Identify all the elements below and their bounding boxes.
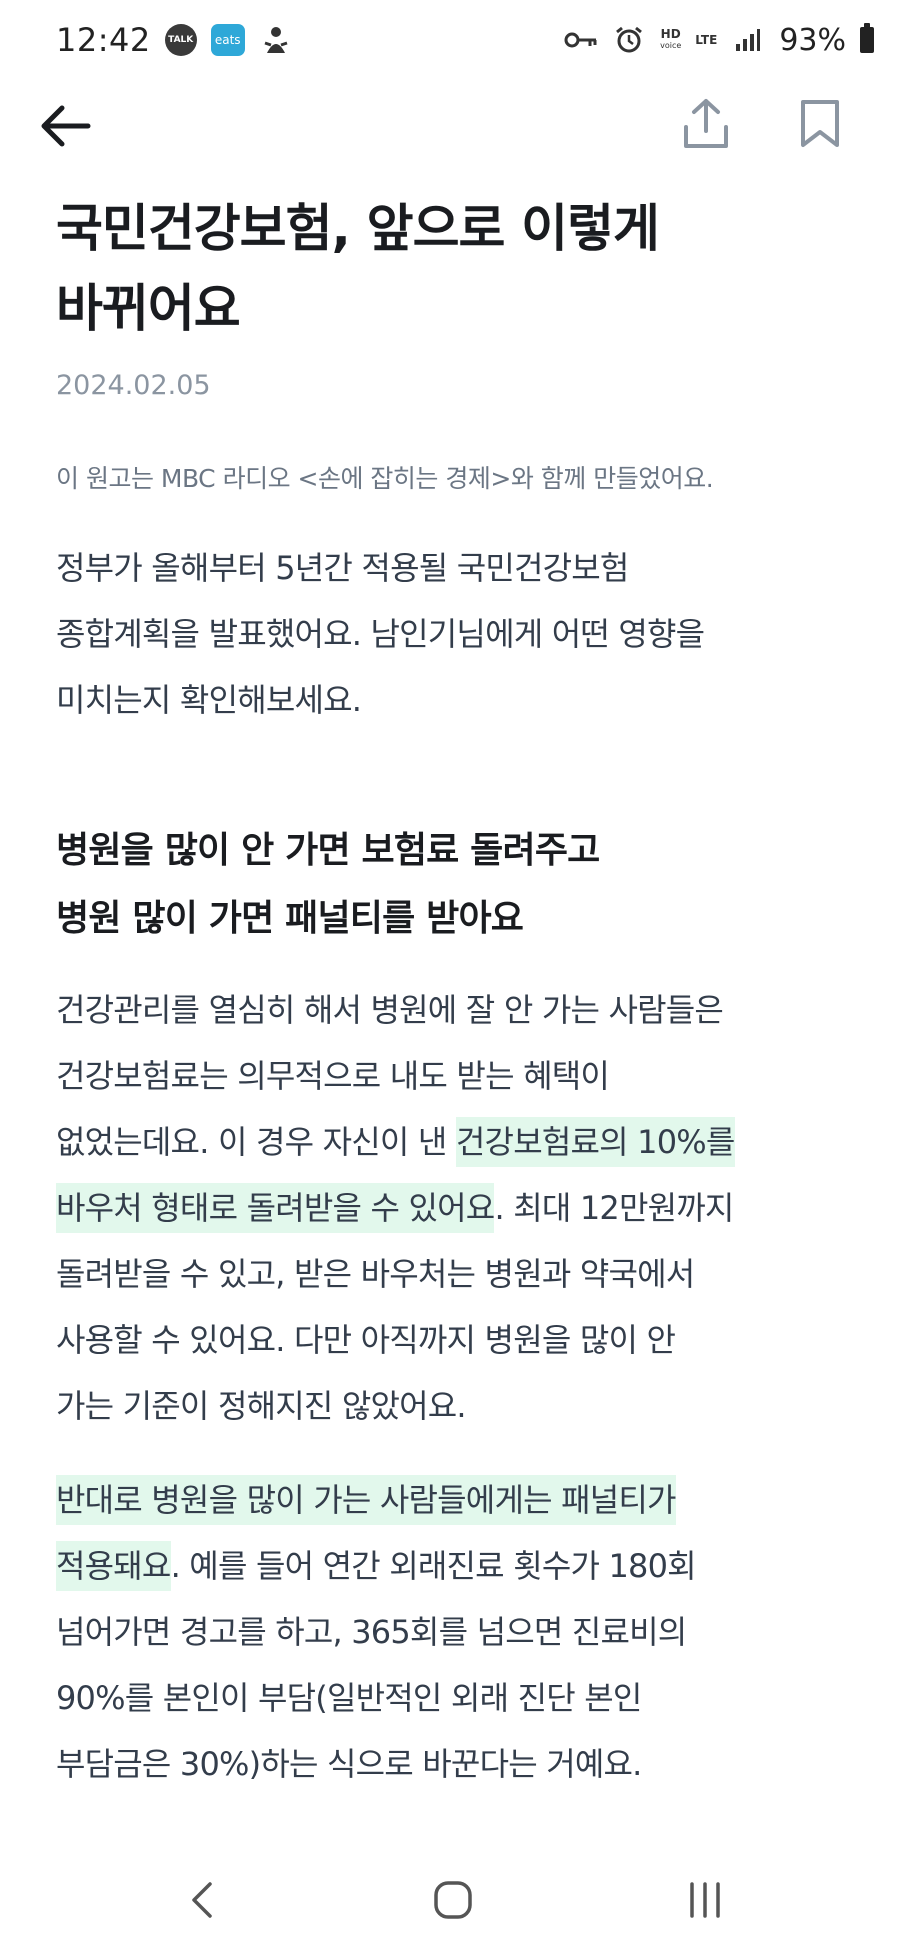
back-button[interactable]	[36, 96, 96, 156]
hd-sub-label: voice	[660, 41, 682, 50]
text-line: 90%를 본인이 부담(일반적인 외래 진단 본인	[56, 1679, 642, 1717]
home-icon	[434, 1881, 472, 1919]
text-line: 미치는지 확인해보세요.	[56, 681, 362, 719]
top-navigation	[0, 90, 900, 160]
highlighted-text: 적용돼요	[56, 1541, 171, 1591]
text-line: 부담금은 30%)하는 식으로 바꾼다는 거예요.	[56, 1745, 642, 1783]
bookmark-button[interactable]	[790, 92, 850, 156]
text-line: 돌려받을 수 있고, 받은 바우처는 병원과 약국에서	[56, 1255, 695, 1293]
article: 국민건강보험, 앞으로 이렇게 바뀌어요 2024.02.05 이 원고는 MB…	[56, 190, 856, 1797]
system-navigation-bar	[0, 1850, 900, 1950]
key-icon	[564, 23, 598, 57]
signal-icon	[731, 23, 765, 57]
alarm-icon	[612, 23, 646, 57]
text-line: 종합계획을 발표했어요. 남인기님에게 어떤 영향을	[56, 615, 705, 653]
status-right: HD voice LTE 93%	[564, 23, 874, 58]
text-line: 건강보험료는 의무적으로 내도 받는 혜택이	[56, 1057, 610, 1095]
section-heading-line: 병원 많이 가면 패널티를 받아요	[56, 898, 524, 939]
recents-icon	[690, 1882, 720, 1918]
battery-icon	[860, 23, 874, 53]
text-line: . 예를 들어 연간 외래진료 횟수가 180회	[170, 1547, 697, 1585]
status-bar: 12:42 TALK eats HD voice LTE 93%	[0, 0, 900, 80]
eats-app-icon: eats	[210, 24, 245, 56]
system-recents-button[interactable]	[670, 1872, 740, 1928]
system-home-button[interactable]	[418, 1872, 488, 1928]
lte-indicator: LTE	[695, 33, 718, 47]
bookmark-icon	[801, 100, 839, 147]
article-title-line: 국민건강보험, 앞으로 이렇게	[56, 200, 660, 259]
highlighted-text: 반대로 병원을 많이 가는 사람들에게는 패널티가	[56, 1475, 676, 1525]
battery-percentage: 93%	[779, 22, 846, 58]
hd-voice-indicator: HD voice	[660, 27, 682, 51]
section-heading: 병원을 많이 안 가면 보험료 돌려주고 병원 많이 가면 패널티를 받아요	[56, 817, 856, 953]
status-time: 12:42	[56, 21, 151, 59]
body-paragraph: 반대로 병원을 많이 가는 사람들에게는 패널티가 적용돼요. 예를 들어 연간…	[56, 1467, 856, 1797]
section-heading-line: 병원을 많이 안 가면 보험료 돌려주고	[56, 830, 600, 871]
share-icon	[684, 99, 728, 148]
hd-label: HD	[660, 27, 681, 41]
talk-app-icon: TALK	[164, 24, 197, 56]
chevron-left-icon	[192, 1882, 212, 1918]
system-back-button[interactable]	[167, 1872, 237, 1928]
highlighted-text: 건강보험료의 10%를	[455, 1117, 735, 1167]
share-button[interactable]	[676, 92, 736, 156]
text-line: . 최대 12만원까지	[494, 1189, 734, 1227]
highlighted-text: 바우처 형태로 돌려받을 수 있어요	[56, 1183, 495, 1233]
text-line: 건강관리를 열심히 해서 병원에 잘 안 가는 사람들은	[56, 991, 724, 1029]
intro-paragraph: 정부가 올해부터 5년간 적용될 국민건강보험 종합계획을 발표했어요. 남인기…	[56, 535, 856, 733]
article-title-line: 바뀌어요	[56, 280, 241, 339]
back-arrow-icon	[41, 105, 91, 147]
article-title: 국민건강보험, 앞으로 이렇게 바뀌어요	[56, 190, 856, 350]
text-line: 사용할 수 있어요. 다만 아직까지 병원을 많이 안	[56, 1321, 676, 1359]
text-line: 넘어가면 경고를 하고, 365회를 넘으면 진료비의	[56, 1613, 687, 1651]
body-paragraph: 건강관리를 열심히 해서 병원에 잘 안 가는 사람들은 건강보험료는 의무적으…	[56, 977, 856, 1439]
text-line: 가는 기준이 정해지진 않았어요.	[56, 1387, 467, 1425]
article-date: 2024.02.05	[56, 370, 211, 401]
text-line: 정부가 올해부터 5년간 적용될 국민건강보험	[56, 549, 629, 587]
article-source-note: 이 원고는 MBC 라디오 <손에 잡히는 경제>와 함께 만들었어요.	[56, 464, 714, 493]
android-notification-icon	[259, 23, 293, 57]
text-line: 없었는데요. 이 경우 자신이 낸	[56, 1123, 456, 1161]
status-left: 12:42 TALK eats	[56, 21, 293, 59]
